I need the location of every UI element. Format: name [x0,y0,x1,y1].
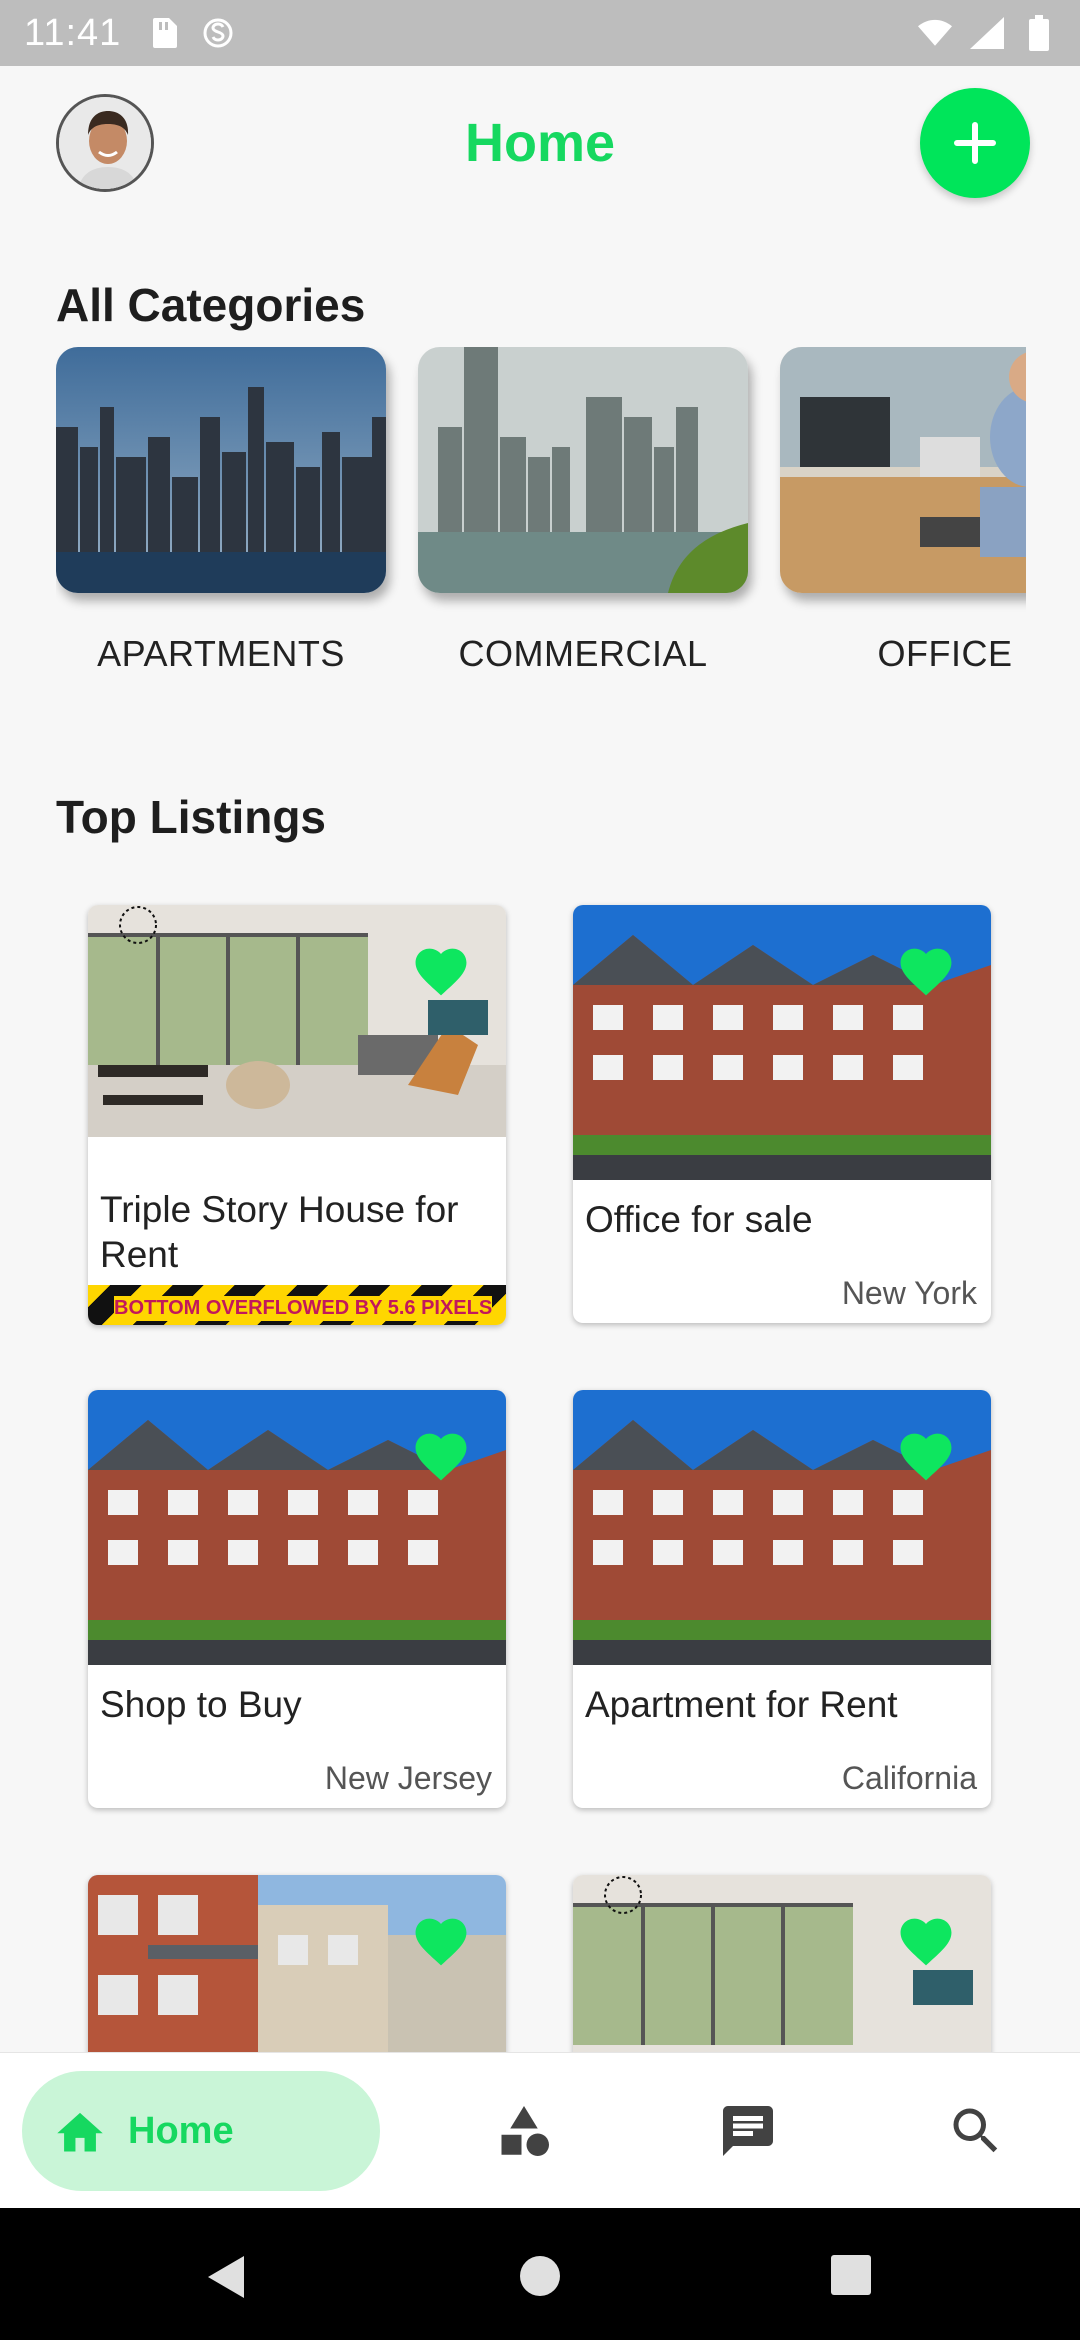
apartments-image [56,347,386,593]
app-screen: 11:41 Home All Categories APARTMENTS COM… [0,0,1080,2340]
add-listing-button[interactable] [920,88,1030,198]
listing-title: Shop to Buy [100,1684,302,1725]
category-label: APARTMENTS [97,633,345,674]
listing-image [88,1875,506,2075]
status-time: 11:41 [24,11,122,54]
favorite-heart-icon[interactable] [410,1426,472,1482]
page-title: Home [464,113,616,173]
wifi-icon [918,16,952,50]
listing-card[interactable]: Office for sale New York [573,905,991,1323]
listing-title: Triple Story House for Rent [100,1189,459,1275]
listing-location: California [841,1760,977,1796]
categories-title: All Categories [56,279,366,331]
listing-image [573,1390,991,1665]
app-header: Home [0,66,1080,222]
categories-carousel[interactable]: APARTMENTS COMMERCIAL OFFICE [56,347,1026,697]
listing-image [88,1390,506,1665]
battery-icon [1022,15,1056,51]
commercial-image [418,347,748,593]
recents-icon[interactable] [830,2254,872,2296]
system-navigation-bar [0,2208,1080,2340]
back-icon[interactable] [204,2254,248,2300]
listing-card[interactable]: Triple Story House for Rent BOTTOM OVERF… [88,905,506,1325]
favorite-heart-icon[interactable] [895,941,957,997]
category-apartments[interactable]: APARTMENTS [56,347,386,674]
sim-card-icon [147,16,181,50]
listing-card[interactable]: Apartment for Rent California [573,1390,991,1808]
plus-icon [954,122,996,164]
search-icon[interactable] [946,2101,1006,2161]
favorite-heart-icon[interactable] [895,1426,957,1482]
home-circle-icon[interactable] [518,2254,562,2298]
nav-home-tab[interactable]: Home [22,2071,380,2191]
office-image [780,347,1026,593]
listing-card[interactable]: Shop to Buy New Jersey [88,1390,506,1808]
listing-image [88,905,506,1137]
favorite-heart-icon[interactable] [410,1911,472,1967]
listing-image [573,905,991,1180]
category-label: COMMERCIAL [458,633,708,674]
listing-card[interactable] [573,1875,991,2075]
nav-home-label: Home [128,2109,234,2152]
cell-signal-icon [970,16,1004,50]
favorite-heart-icon[interactable] [895,1911,957,1967]
listing-title: Office for sale [585,1199,813,1240]
favorite-heart-icon[interactable] [410,941,472,997]
messages-icon[interactable] [718,2101,778,2161]
overflow-warning-text: BOTTOM OVERFLOWED BY 5.6 PIXELS [114,1296,493,1321]
listing-title: Apartment for Rent [585,1684,898,1725]
listings-title: Top Listings [56,791,327,843]
dollar-sync-icon [201,16,235,50]
listing-location: New York [841,1275,977,1311]
listing-image [573,1875,991,2075]
category-commercial[interactable]: COMMERCIAL [418,347,748,674]
categories-shapes-icon[interactable] [494,2101,554,2161]
overflow-warning-banner: BOTTOM OVERFLOWED BY 5.6 PIXELS [88,1285,506,1325]
listing-location: New Jersey [324,1760,492,1796]
bottom-navigation: Home [0,2052,1080,2208]
listing-card[interactable] [88,1875,506,2075]
status-bar: 11:41 [0,0,1080,66]
home-icon [57,2112,103,2152]
category-office[interactable]: OFFICE [780,347,1026,674]
category-label: OFFICE [877,633,1013,674]
